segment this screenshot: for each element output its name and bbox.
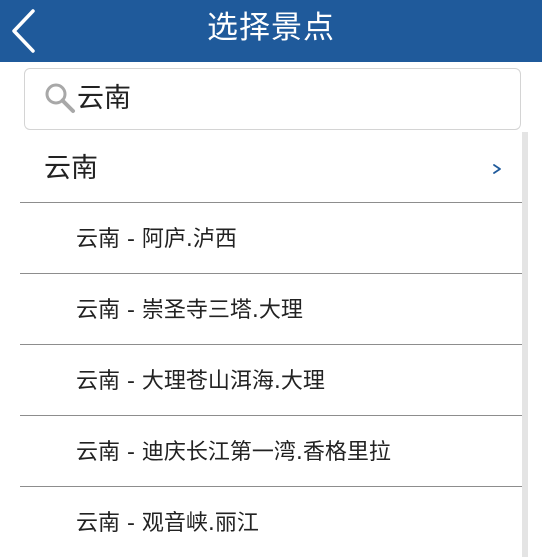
list-item-label: 云南 - 大理苍山洱海.大理: [76, 369, 325, 394]
group-row-yunnan[interactable]: 云南: [20, 132, 528, 203]
top-bar: 选择景点: [0, 0, 542, 62]
list-item-label: 云南 - 阿庐.泸西: [76, 227, 237, 252]
list-item[interactable]: 云南 - 观音峡.丽江: [20, 487, 528, 557]
list-item[interactable]: 云南 - 阿庐.泸西: [20, 203, 528, 274]
search-box[interactable]: 云南: [24, 68, 521, 130]
list-item-label: 云南 - 迪庆长江第一湾.香格里拉: [76, 440, 391, 465]
search-icon: [45, 83, 75, 113]
group-label: 云南: [44, 153, 98, 184]
page-title: 选择景点: [207, 10, 335, 46]
scenic-spot-list: 云南 云南 - 阿庐.泸西 云南 - 崇圣寺三塔.大理 云南 - 大理苍山洱海.…: [20, 132, 528, 557]
chevron-right-icon: [493, 164, 501, 174]
search-input[interactable]: 云南: [77, 80, 131, 118]
list-item[interactable]: 云南 - 崇圣寺三塔.大理: [20, 274, 528, 345]
list-item-label: 云南 - 崇圣寺三塔.大理: [76, 298, 303, 323]
list-item[interactable]: 云南 - 迪庆长江第一湾.香格里拉: [20, 416, 528, 487]
scrollbar[interactable]: [522, 132, 528, 557]
list-item[interactable]: 云南 - 大理苍山洱海.大理: [20, 345, 528, 416]
list-item-label: 云南 - 观音峡.丽江: [76, 511, 259, 536]
